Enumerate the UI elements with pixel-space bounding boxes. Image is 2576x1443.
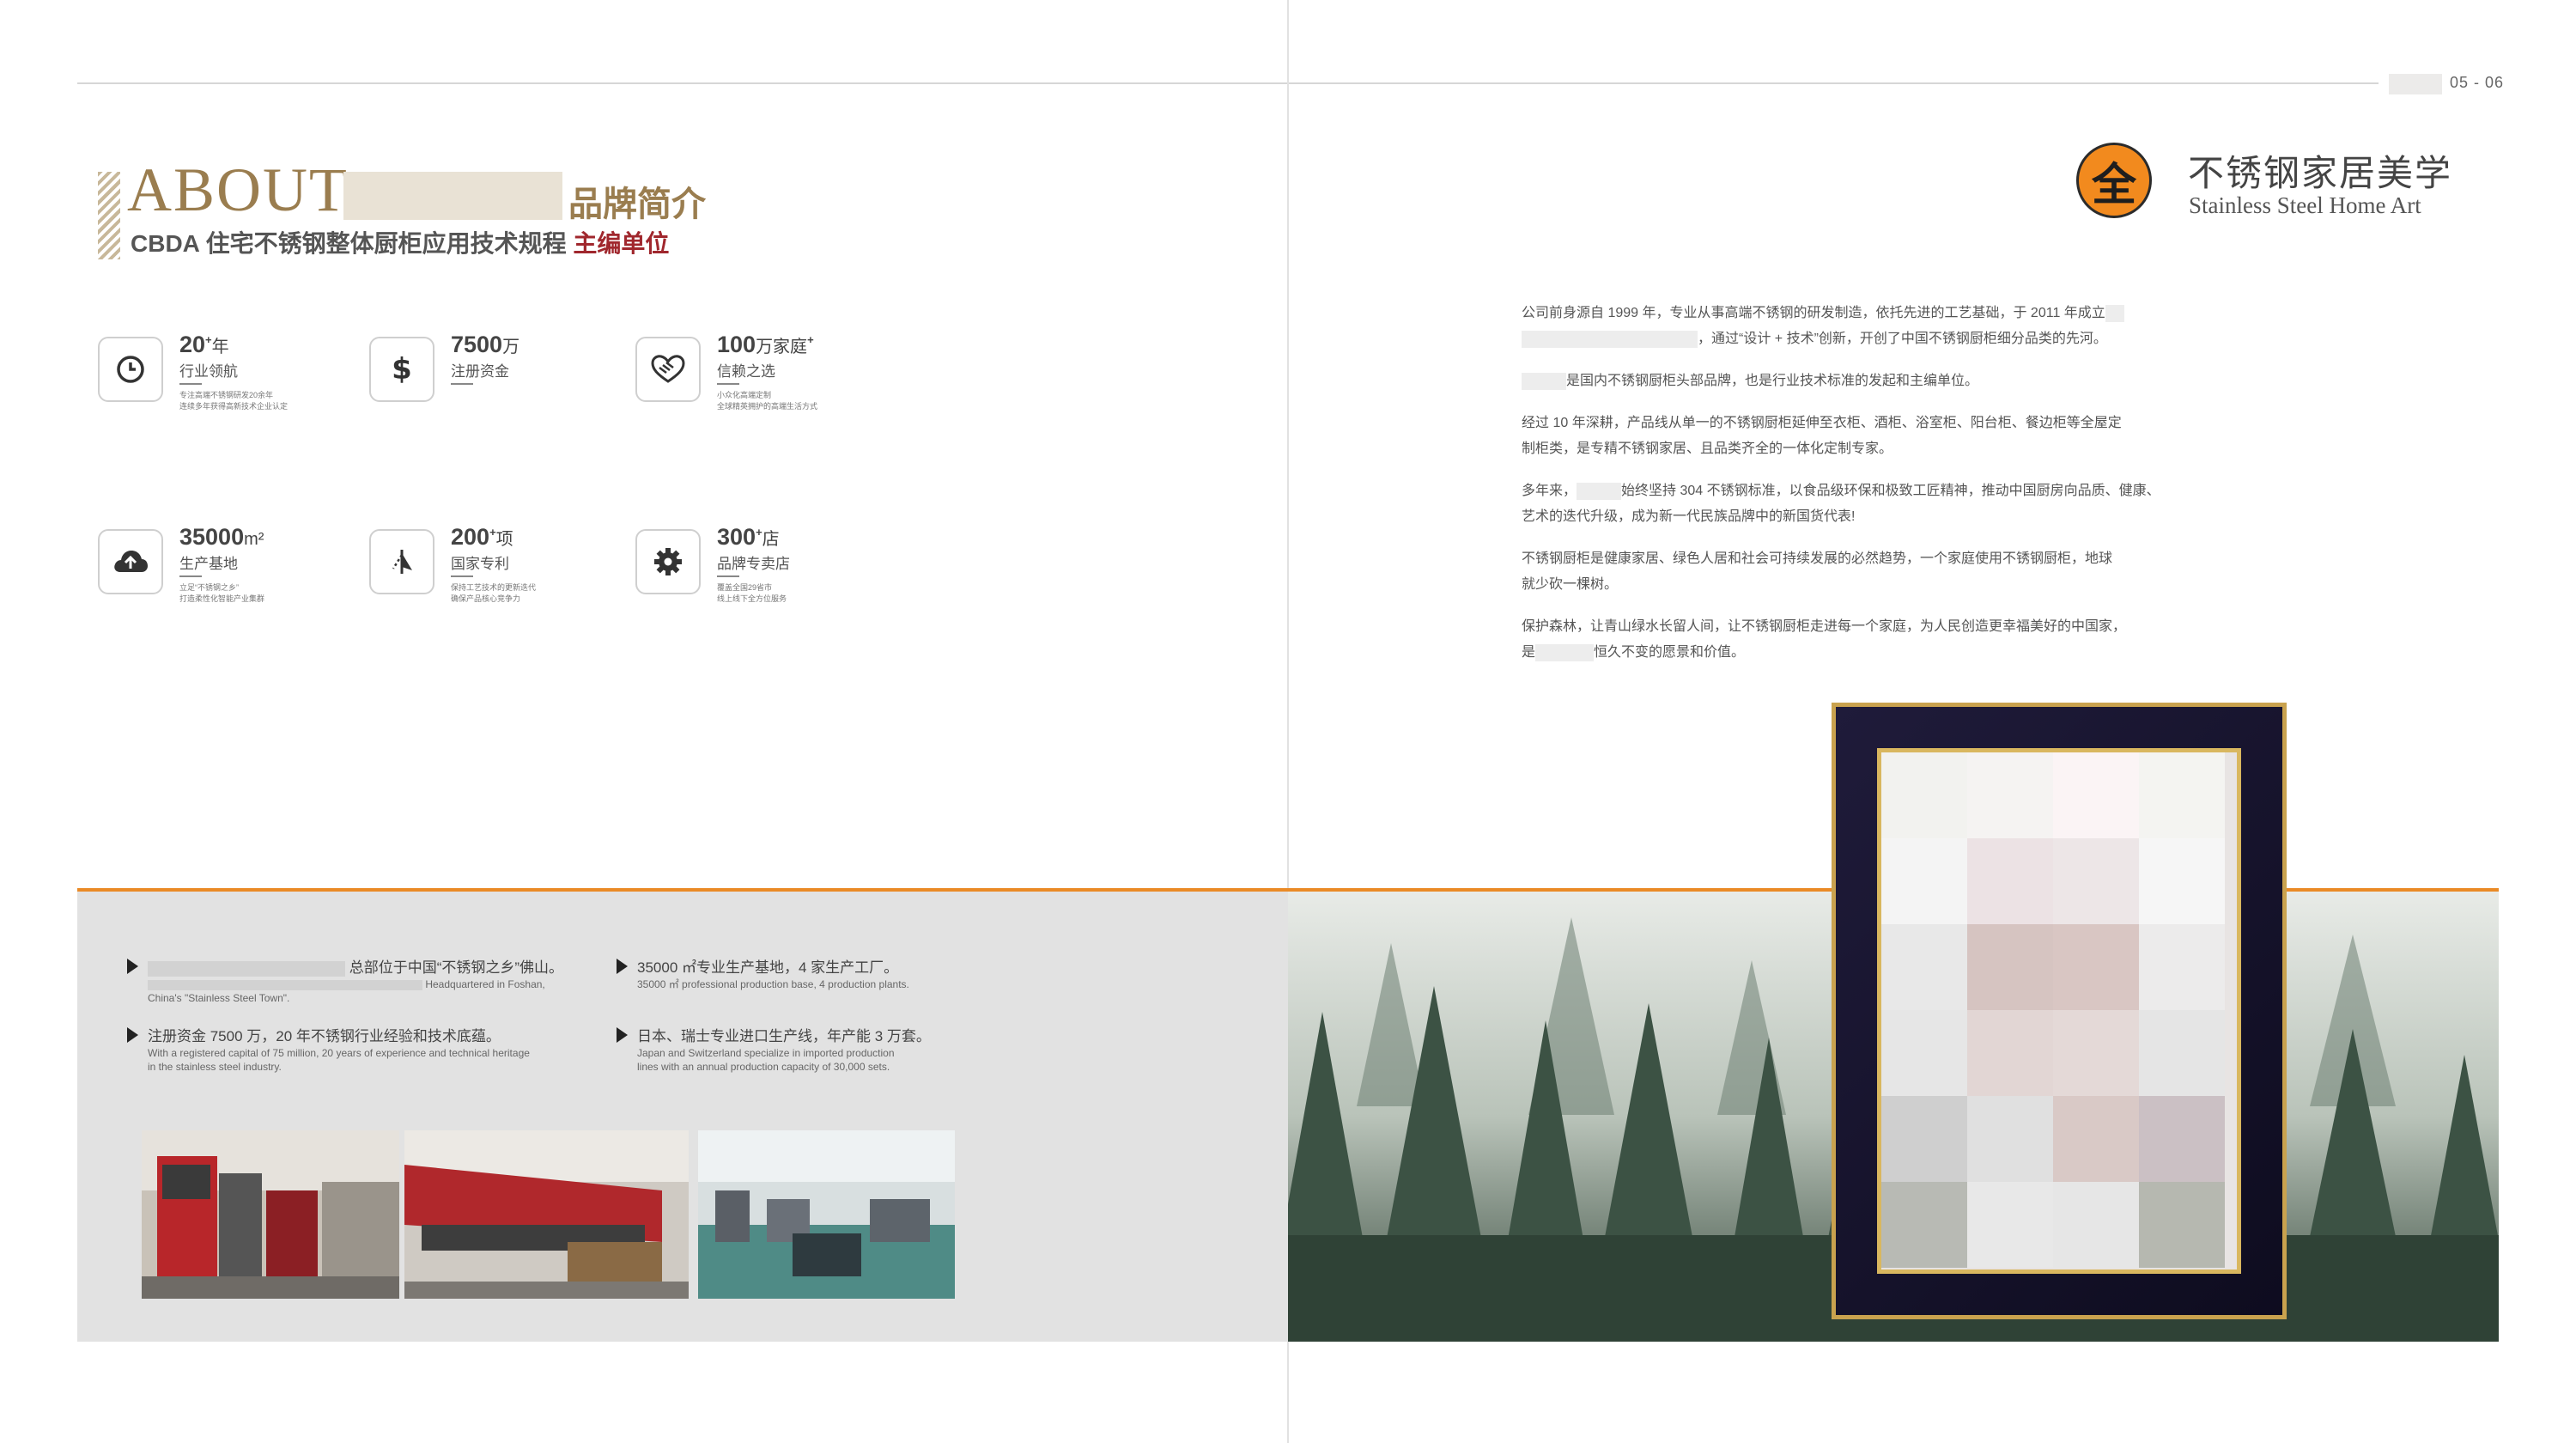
factory-photo-1 (142, 1130, 399, 1299)
stat-label: 国家专利 (451, 556, 509, 572)
stat-label: 行业领航 (179, 363, 238, 380)
stat-label: 注册资金 (451, 363, 509, 380)
stat-dash (451, 383, 473, 385)
paragraph-vision: 保护森林，让青山绿水长留人间，让不锈钢厨柜走进每一个家庭，为人民创造更幸福美好的… (1522, 619, 2127, 661)
brand-logo-icon: 全 (2076, 143, 2152, 218)
bullet-text: 注册资金 7500 万，20 年不锈钢行业经验和技术底蕴。 (148, 1028, 501, 1044)
stat-label: 品牌专卖店 (717, 556, 790, 572)
bullet-text: 日本、瑞士专业进口生产线，年产能 3 万套。 (637, 1028, 931, 1044)
paragraph-sustainability: 不锈钢厨柜是健康家居、绿色人居和社会可持续发展的必然趋势，一个家庭使用不锈钢厨柜… (1522, 551, 2113, 592)
bullet-english: 35000 ㎡ professional production base, 4 … (637, 978, 909, 990)
stat-patents: 200+项 国家专利 保持工艺技术的更新迭代 确保产品核心竞争力 (369, 524, 627, 649)
stat-label: 信赖之选 (717, 363, 775, 380)
stat-dash (179, 575, 202, 577)
stat-dash (179, 383, 202, 385)
sub-heading-highlight: 主编单位 (573, 230, 670, 257)
factory-photo-2 (404, 1130, 689, 1299)
stat-production-base: 35000m² 生产基地 立足“不锈钢之乡” 打造柔性化智能产业集群 (98, 524, 355, 649)
bullet-english: Headquartered in Foshan, China's "Stainle… (148, 978, 545, 1004)
page-number: 05 - 06 (2449, 74, 2504, 91)
sub-heading: CBDA 住宅不锈钢整体厨柜应用技术规程 主编单位 (131, 225, 669, 259)
stat-label: 生产基地 (179, 556, 238, 572)
arrow-right-icon (617, 959, 628, 974)
company-paragraphs: 公司前身源自 1999 年，专业从事高端不锈钢的研发制造，依托先进的工艺基础，于… (1522, 301, 2174, 682)
stat-trusted-families: 100万家庭+ 信赖之选 小众化高端定制 全球精英拥护的高端生活方式 (635, 332, 893, 457)
factory-photo-3 (698, 1130, 955, 1299)
pixelated-artwork (1877, 748, 2241, 1274)
bullet-text: 35000 ㎡专业生产基地，4 家生产工厂。 (637, 959, 899, 976)
stat-number: 35000m² (179, 524, 264, 550)
paragraph-product-line: 经过 10 年深耕，产品线从单一的不锈钢厨柜延伸至衣柜、酒柜、浴室柜、阳台柜、餐… (1522, 416, 2122, 456)
bullet-text: 总部位于中国“不锈钢之乡”佛山。 (148, 955, 563, 977)
sub-heading-main: CBDA 住宅不锈钢整体厨柜应用技术规程 (131, 230, 574, 257)
stat-desc: 保持工艺技术的更新迭代 确保产品核心竞争力 (451, 583, 537, 603)
stat-registered-capital: $ 7500万 注册资金 (369, 332, 627, 457)
redacted-brand-name (343, 172, 562, 220)
logo-title: 不锈钢家居美学 (2188, 153, 2453, 193)
decorative-stripes (98, 172, 120, 259)
cloud-upload-icon (98, 529, 163, 594)
picture-frame (1832, 703, 2287, 1319)
stat-desc: 小众化高端定制 全球精英拥护的高端生活方式 (717, 391, 818, 411)
dollar-icon: $ (369, 337, 434, 402)
clock-icon (98, 337, 163, 402)
stat-number: 7500万 (451, 332, 520, 357)
stat-dash (451, 575, 473, 577)
logo-subtitle: Stainless Steel Home Art (2189, 192, 2421, 218)
bullet-english: With a registered capital of 75 million,… (148, 1047, 530, 1073)
stat-desc: 覆盖全国29省市 线上线下全方位服务 (717, 583, 787, 603)
stat-number: 100万家庭+ (717, 332, 814, 357)
top-rule (77, 82, 2379, 84)
brand-intro-heading: 品牌简介 (568, 186, 706, 223)
paragraph-position: 是国内不锈钢厨柜头部品牌，也是行业技术标准的发起和主编单位。 (1522, 368, 2174, 394)
paragraph-history: 公司前身源自 1999 年，专业从事高端不锈钢的研发制造，依托先进的工艺基础，于… (1522, 301, 2174, 352)
redacted-logo-small (2389, 74, 2442, 94)
gear-icon (635, 529, 701, 594)
stat-number: 300+店 (717, 524, 780, 550)
arrow-right-icon (127, 959, 138, 974)
handshake-icon (635, 337, 701, 402)
patent-icon (369, 529, 434, 594)
svg-text:$: $ (392, 352, 412, 387)
arrow-right-icon (617, 1027, 628, 1043)
stat-number: 200+项 (451, 524, 513, 550)
stat-desc: 专注高端不锈钢研发20余年 连续多年获得高新技术企业认定 (179, 391, 289, 411)
stat-dash (717, 575, 739, 577)
bullet-english: Japan and Switzerland specialize in impo… (637, 1047, 895, 1073)
stat-number: 20+年 (179, 332, 229, 357)
arrow-right-icon (127, 1027, 138, 1043)
stat-desc: 立足“不锈钢之乡” 打造柔性化智能产业集群 (179, 583, 265, 603)
paragraph-standard: 多年来， 始终坚持 304 不锈钢标准，以食品级环保和极致工匠精神，推动中国厨房向… (1522, 482, 2160, 524)
about-title: ABOUT (127, 155, 349, 224)
stat-dash (717, 383, 739, 385)
stat-industry-years: 20+年 行业领航 专注高端不锈钢研发20余年 连续多年获得高新技术企业认定 (98, 332, 355, 457)
stat-stores: 300+店 品牌专卖店 覆盖全国29省市 线上线下全方位服务 (635, 524, 893, 649)
